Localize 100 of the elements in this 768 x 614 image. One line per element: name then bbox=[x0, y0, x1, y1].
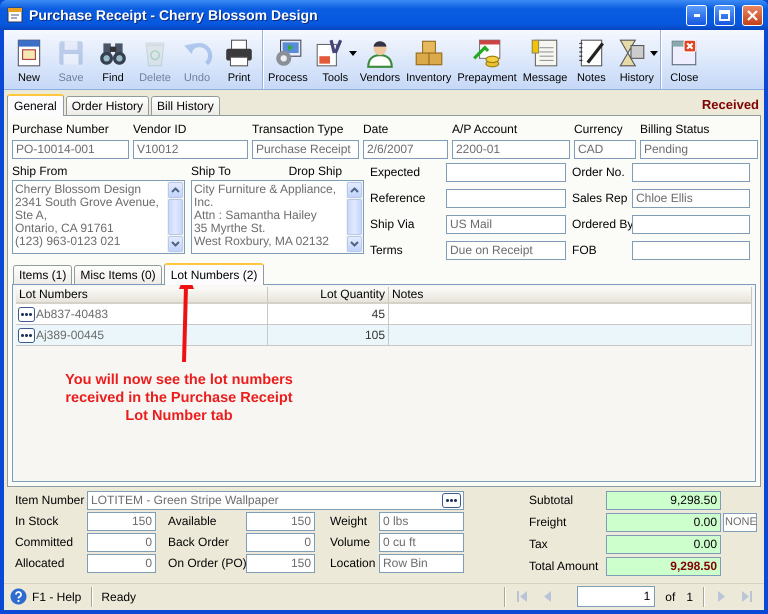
tab[interactable]: Misc Items (0) bbox=[74, 265, 162, 284]
text-field[interactable]: PO-10014-001 bbox=[12, 140, 129, 159]
table-cell: 105 bbox=[268, 325, 389, 346]
tab[interactable]: Bill History bbox=[151, 96, 220, 115]
field-label: Expected bbox=[370, 164, 422, 181]
text-field[interactable] bbox=[632, 163, 750, 182]
text-field[interactable] bbox=[632, 215, 750, 234]
field-label: Allocated bbox=[15, 555, 66, 572]
field-label: Total Amount bbox=[529, 558, 600, 575]
help-icon[interactable] bbox=[10, 588, 27, 605]
app-icon bbox=[7, 7, 23, 23]
field-label: FOB bbox=[571, 242, 598, 259]
toolbar-button[interactable]: Tools bbox=[310, 30, 357, 89]
text-field[interactable]: 150 bbox=[246, 512, 315, 531]
chevron-down-icon[interactable] bbox=[350, 241, 359, 247]
text-field[interactable] bbox=[446, 163, 566, 182]
address-text: Cherry Blossom Design 2341 South Grove Avenue, Ste A, Ontario, CA 91761 (123) 963-0123 021 bbox=[14, 181, 160, 250]
tab[interactable]: Lot Numbers (2) bbox=[164, 263, 264, 285]
chevron-up-icon[interactable] bbox=[171, 187, 180, 193]
toolbar-button[interactable]: Find bbox=[92, 30, 134, 89]
text-field[interactable]: Pending bbox=[640, 140, 758, 159]
text-field[interactable] bbox=[446, 189, 566, 208]
grid-row[interactable]: Aj389-00445 105 bbox=[16, 325, 752, 346]
column-header[interactable]: Lot Quantity bbox=[268, 287, 389, 304]
ellipsis-icon bbox=[21, 312, 32, 316]
chevron-up-icon[interactable] bbox=[350, 187, 359, 193]
toolbar-button[interactable]: Close bbox=[663, 30, 706, 89]
more-button[interactable] bbox=[18, 328, 35, 342]
more-button[interactable] bbox=[18, 306, 35, 322]
minimize-icon bbox=[694, 14, 700, 16]
amount-field[interactable]: 0.00 bbox=[606, 535, 721, 554]
chevron-down-icon[interactable] bbox=[171, 241, 180, 247]
amount-field[interactable]: 0.00 bbox=[606, 513, 721, 532]
tab[interactable]: Order History bbox=[66, 96, 150, 115]
toolbar-button[interactable]: Notes bbox=[570, 30, 612, 89]
lot-number: Ab837-40483 bbox=[36, 307, 108, 321]
scrollbar[interactable] bbox=[167, 181, 184, 253]
text-field[interactable]: V10012 bbox=[133, 140, 248, 159]
field-label: On Order (PO) bbox=[168, 555, 246, 572]
field-label: Subtotal bbox=[529, 492, 574, 509]
text-field[interactable]: Due on Receipt bbox=[446, 241, 566, 260]
tab[interactable]: General bbox=[7, 94, 64, 116]
toolbar-button[interactable]: Prepayment bbox=[454, 30, 520, 89]
window-title: Purchase Receipt - Cherry Blossom Design bbox=[29, 7, 319, 23]
scrollbar-thumb[interactable] bbox=[347, 199, 362, 235]
text-field[interactable]: 2/6/2007 bbox=[363, 140, 448, 159]
more-button[interactable] bbox=[442, 493, 461, 508]
field-label: Currency bbox=[574, 121, 624, 138]
address-field[interactable]: Cherry Blossom Design 2341 South Grove Avenue, Ste A, Ontario, CA 91761 (123) 963-0123 021 bbox=[12, 180, 185, 254]
field-label: Transaction Type bbox=[252, 121, 344, 138]
grid-row[interactable]: Ab837-40483 45 bbox=[16, 304, 752, 325]
help-label: F1 - Help bbox=[31, 590, 82, 604]
column-header[interactable]: Lot Numbers bbox=[16, 287, 268, 304]
page-count: 1 bbox=[685, 590, 694, 604]
toolbar-button[interactable]: Process bbox=[265, 30, 311, 89]
column-header[interactable]: Notes bbox=[389, 287, 752, 304]
status-message: Ready bbox=[100, 590, 138, 604]
text-field[interactable]: 0 bbox=[246, 533, 315, 552]
toolbar-button[interactable]: Print bbox=[218, 30, 260, 89]
maximize-button[interactable] bbox=[714, 4, 735, 26]
toolbar-button[interactable]: New bbox=[8, 30, 50, 89]
field-label: Billing Status bbox=[640, 121, 710, 138]
printer-icon bbox=[223, 37, 255, 69]
text-field[interactable]: US Mail bbox=[446, 215, 566, 234]
text-field[interactable]: 2200-01 bbox=[452, 140, 570, 159]
text-field[interactable]: 0 bbox=[87, 533, 156, 552]
page-label: of bbox=[664, 590, 676, 604]
text-field[interactable]: Chloe Ellis bbox=[632, 189, 750, 208]
tab[interactable]: Items (1) bbox=[13, 265, 72, 284]
toolbar-button[interactable]: Message bbox=[520, 30, 570, 89]
field-label: In Stock bbox=[15, 513, 60, 530]
ellipsis-icon bbox=[21, 334, 32, 336]
scrollbar-thumb[interactable] bbox=[168, 199, 183, 235]
amount-field[interactable]: 9,298.50 bbox=[606, 557, 721, 576]
field-label: Item Number bbox=[15, 492, 86, 507]
field-label: Terms bbox=[370, 242, 404, 259]
annotation-text: You will now see the lot numbers received in the Purchase Receipt Lot Number tab bbox=[64, 371, 294, 425]
text-field[interactable]: 150 bbox=[246, 554, 315, 573]
text-field[interactable] bbox=[632, 241, 750, 260]
address-field[interactable]: City Furniture & Appliance, Inc. Attn : Samantha Hailey 35 Myrthe St. West Roxbury, MA 02132 bbox=[191, 180, 364, 254]
field-label: Purchase Number bbox=[12, 121, 110, 138]
text-field[interactable]: Row Bin bbox=[379, 554, 464, 573]
field-label: Ship From bbox=[12, 163, 68, 180]
item-number-field[interactable]: LOTITEM - Green Stripe Wallpaper bbox=[87, 491, 464, 510]
text-field[interactable]: 0 cu ft bbox=[379, 533, 464, 552]
toolbar-button[interactable]: History bbox=[612, 30, 658, 89]
toolbar-button[interactable]: Inventory bbox=[403, 30, 454, 89]
toolbar-button[interactable]: Vendors bbox=[356, 30, 404, 89]
minimize-button[interactable] bbox=[686, 4, 707, 26]
text-field[interactable]: 0 lbs bbox=[379, 512, 464, 531]
ellipsis-icon bbox=[446, 499, 457, 502]
text-field[interactable]: 0 bbox=[87, 554, 156, 573]
field-label: Drop Ship bbox=[288, 163, 342, 180]
scrollbar[interactable] bbox=[346, 181, 363, 253]
text-field[interactable]: Purchase Receipt bbox=[252, 140, 359, 159]
page-field[interactable]: 1 bbox=[577, 586, 656, 607]
text-field[interactable]: CAD bbox=[574, 140, 636, 159]
amount-field[interactable]: 9,298.50 bbox=[606, 491, 721, 510]
text-field[interactable]: 150 bbox=[87, 512, 156, 531]
close-button[interactable] bbox=[742, 4, 763, 26]
